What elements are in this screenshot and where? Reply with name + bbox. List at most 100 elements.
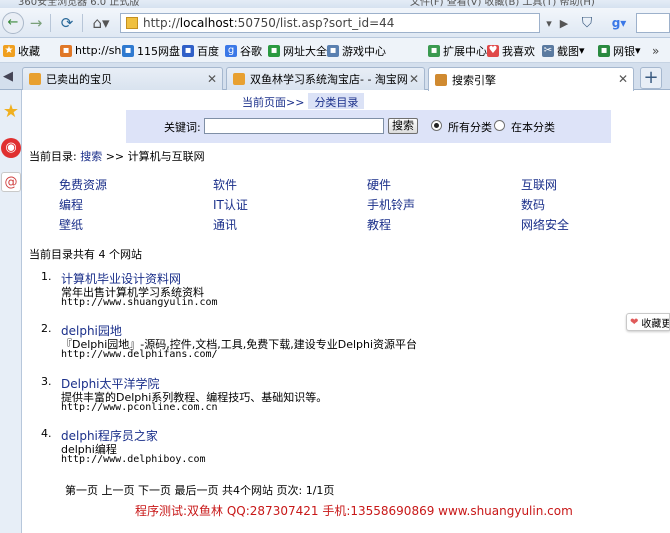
category-link[interactable]: 硬件 — [367, 176, 391, 193]
toolbar-likes[interactable]: ♥ 我喜欢 — [487, 43, 535, 58]
chevron-down-icon: ▾ — [635, 44, 641, 57]
site-description: 提供丰富的Delphi系列教程、编程技巧、基础知识等。 — [61, 391, 328, 404]
heart-icon: ❤ — [630, 316, 639, 328]
email-icon[interactable]: @ — [1, 172, 21, 192]
category-link[interactable]: IT认证 — [213, 196, 248, 213]
address-bar[interactable]: http://localhost:50750/list.asp?sort_id=… — [120, 13, 540, 33]
tab-sold-items[interactable]: 已卖出的宝贝 ✕ — [22, 67, 223, 90]
keyword-input[interactable] — [204, 118, 384, 134]
side-panel: ★ ◉ @ — [0, 90, 22, 533]
refresh-button[interactable]: ⟳ — [56, 12, 78, 34]
radio-this-category[interactable] — [494, 120, 505, 131]
chevron-down-icon: ▾ — [579, 44, 585, 57]
list-number: 3. — [41, 375, 52, 388]
keyword-label: 关键词: — [164, 121, 201, 134]
favicon-icon: g — [225, 44, 237, 57]
address-host: localhost — [179, 16, 234, 30]
toolbar-screenshot[interactable]: ✂ 截图 ▾ — [542, 43, 585, 58]
toolbar-bank[interactable]: ▪ 网银 ▾ — [598, 43, 641, 58]
bookmark-item[interactable]: ▪ 游戏中心 — [327, 43, 386, 58]
footer-credits: 程序测试:双鱼林 QQ:287307421 手机:13558690869 www… — [135, 504, 573, 518]
play-arrow-icon: ▶ — [559, 16, 569, 30]
search-engine-selector[interactable]: g▾ — [604, 12, 634, 34]
tab-taobao-shop[interactable]: 双鱼林学习系统淘宝店- - 淘宝网 ✕ — [226, 67, 425, 90]
favicon-icon: ▪ — [268, 44, 280, 57]
category-link[interactable]: 免费资源 — [59, 176, 107, 193]
tab-category-directory[interactable]: 分类目录 — [308, 93, 365, 109]
collect-float-button[interactable]: ❤ 收藏更 — [626, 313, 670, 331]
category-link[interactable]: 手机铃声 — [367, 196, 415, 213]
breadcrumb-link-search[interactable]: 搜索 — [80, 150, 102, 163]
paw-icon: ▪ — [182, 44, 194, 57]
bookmark-item[interactable]: g 谷歌 — [225, 43, 262, 58]
pager-next[interactable]: 下一页 — [138, 484, 171, 497]
close-icon[interactable]: ✕ — [207, 72, 217, 86]
site-url: http://www.shuangyulin.com — [61, 297, 218, 308]
forward-button[interactable]: → — [26, 12, 46, 34]
more-bookmarks-button[interactable]: » — [652, 43, 659, 58]
bookmark-item[interactable]: ▪ 网址大全 — [268, 43, 327, 58]
site-title-link[interactable]: 计算机毕业设计资料网 — [61, 270, 218, 286]
menu-bar[interactable]: 文件(F) 查看(V) 收藏(B) 工具(T) 帮助(H) — [410, 0, 595, 8]
pager-first[interactable]: 第一页 — [65, 484, 98, 497]
radio-this-label: 在本分类 — [511, 121, 555, 134]
pager-last[interactable]: 最后一页 — [175, 484, 219, 497]
favorites-star-icon[interactable]: ★ — [1, 102, 21, 122]
site-description: 『Delphi园地』-源码,控件,文档,工具,免费下载,建设专业Delphi资源… — [61, 338, 418, 351]
category-link[interactable]: 软件 — [213, 176, 237, 193]
tab-bar: ◀ 已卖出的宝贝 ✕ 双鱼林学习系统淘宝店- - 淘宝网 ✕ 搜索引擎 ✕ + — [0, 63, 670, 91]
category-link[interactable]: 壁纸 — [59, 216, 83, 233]
back-arrow-icon: ← — [2, 12, 24, 34]
page-content: 当前页面>> 分类目录 关键词: 搜索 所有分类 在本分类 当前目录: 搜索 >… — [23, 90, 670, 533]
address-dropdown-button[interactable]: ▾ — [542, 12, 556, 34]
navigation-bar: ← → ⟳ ⌂▾ http://localhost:50750/list.asp… — [0, 8, 670, 38]
home-icon: ⌂▾ — [92, 14, 110, 32]
security-button[interactable]: ⛉ — [576, 12, 598, 34]
address-prefix: http:// — [143, 16, 180, 30]
weibo-icon[interactable]: ◉ — [1, 138, 21, 158]
star-icon: ★ — [3, 44, 15, 57]
close-icon[interactable]: ✕ — [618, 72, 628, 86]
category-link[interactable]: 数码 — [521, 196, 545, 213]
forward-arrow-icon: → — [29, 14, 43, 32]
category-link[interactable]: 教程 — [367, 216, 391, 233]
favicon-icon: ▪ — [122, 44, 134, 57]
category-link[interactable]: 互联网 — [521, 176, 557, 193]
site-title-link[interactable]: delphi程序员之家 — [61, 427, 206, 443]
category-link[interactable]: 网络安全 — [521, 216, 569, 233]
toolbar-extensions[interactable]: ▪ 扩展中心 — [428, 43, 487, 58]
tab-search-engine[interactable]: 搜索引擎 ✕ — [428, 67, 634, 91]
radio-all-categories[interactable] — [431, 120, 442, 131]
heart-icon: ♥ — [487, 44, 499, 57]
pager-prev[interactable]: 上一页 — [102, 484, 135, 497]
close-icon[interactable]: ✕ — [409, 72, 419, 86]
category-link[interactable]: 编程 — [59, 196, 83, 213]
nav-divider — [82, 14, 83, 32]
plus-icon: + — [643, 67, 659, 88]
breadcrumb: 当前目录: 搜索 >> 计算机与互联网 — [29, 148, 205, 164]
breadcrumb-label: 当前目录: — [29, 150, 77, 163]
search-panel: 关键词: 搜索 所有分类 在本分类 — [126, 110, 611, 143]
site-title-link[interactable]: Delphi太平洋学院 — [61, 375, 327, 391]
back-button[interactable]: ← — [2, 12, 24, 34]
bank-icon: ▪ — [598, 44, 610, 57]
bookmark-favorites[interactable]: ★ 收藏 — [3, 43, 40, 58]
bookmark-item[interactable]: ▪ http://sh — [60, 43, 121, 58]
nav-divider — [50, 14, 51, 32]
new-tab-button[interactable]: + — [640, 67, 662, 89]
search-button[interactable]: 搜索 — [388, 118, 418, 134]
go-button[interactable]: ▶ — [556, 12, 572, 34]
taobao-icon — [233, 73, 245, 85]
current-page-label: 当前页面>> — [242, 96, 305, 109]
taobao-icon — [29, 73, 41, 85]
tab-scroll-left-button[interactable]: ◀ — [3, 69, 13, 84]
site-title-link[interactable]: delphi园地 — [61, 322, 417, 338]
category-link[interactable]: 通讯 — [213, 216, 237, 233]
total-sites-text: 当前目录共有 4 个网站 — [29, 248, 142, 261]
bookmark-item[interactable]: ▪ 115网盘 — [122, 43, 180, 58]
bookmark-item[interactable]: ▪ 百度 — [182, 43, 219, 58]
search-input[interactable] — [636, 13, 670, 33]
home-button[interactable]: ⌂▾ — [88, 12, 114, 34]
favicon-icon: ▪ — [60, 44, 72, 57]
puzzle-icon: ▪ — [428, 44, 440, 57]
